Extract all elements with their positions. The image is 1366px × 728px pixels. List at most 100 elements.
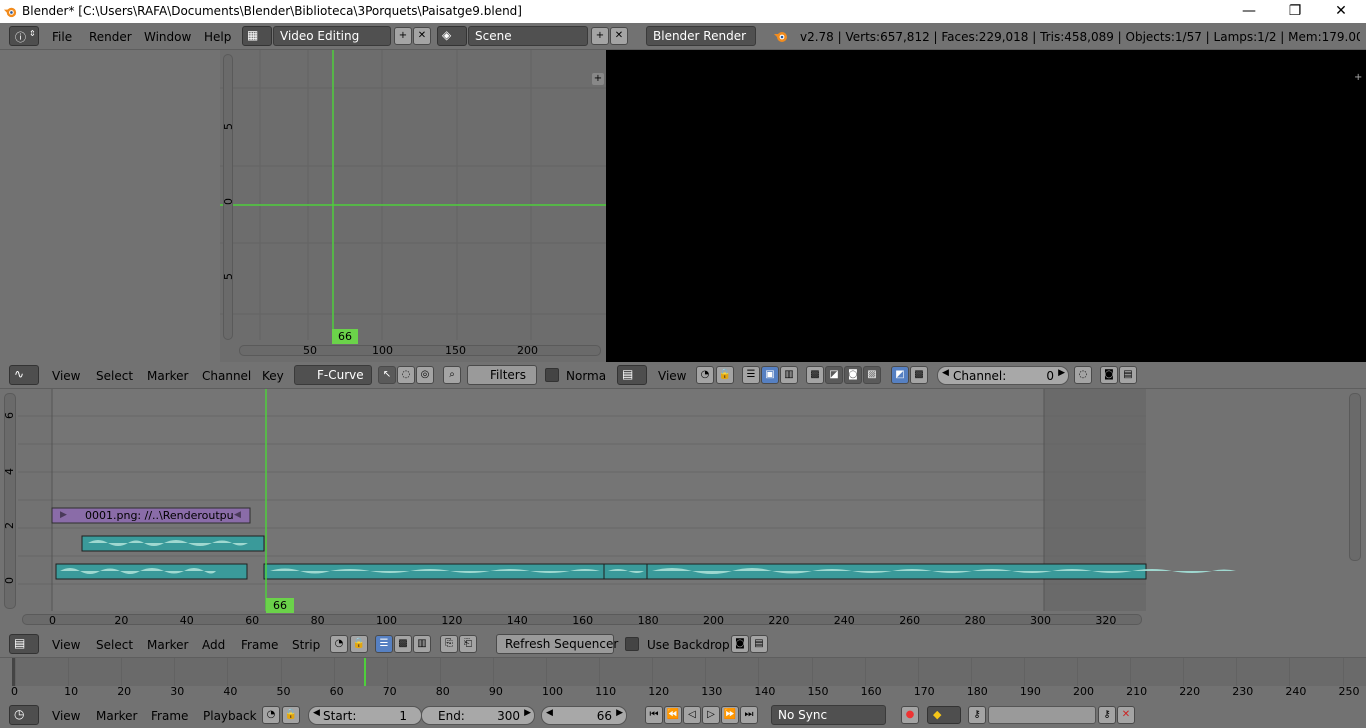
keying-mode-dropdown[interactable]: ◆	[927, 706, 961, 724]
sequencer-view-icon[interactable]: ☰	[375, 635, 393, 653]
remove-screen-icon[interactable]: ✕	[413, 27, 431, 45]
sync-dropdown[interactable]: No Sync	[771, 705, 886, 725]
seq-menu-marker[interactable]: Marker	[147, 638, 188, 652]
graph-menu-select[interactable]: Select	[96, 369, 133, 383]
use-backdrop-checkbox[interactable]	[625, 637, 639, 651]
ghost-icon[interactable]: ◌	[397, 366, 415, 384]
minimize-button[interactable]: —	[1226, 0, 1272, 23]
graph-menu-marker[interactable]: Marker	[147, 369, 188, 383]
display-mode-icon[interactable]: ◪	[825, 366, 843, 384]
timeline-track[interactable]	[12, 658, 1366, 686]
graph-mode-dropdown[interactable]: F-Curve	[294, 365, 372, 385]
lock-icon[interactable]: 🔒	[350, 635, 368, 653]
sequencer-preview[interactable]: +	[606, 50, 1366, 362]
search-icon[interactable]: ⌕	[443, 366, 461, 384]
display-mode-icon[interactable]: ◙	[844, 366, 862, 384]
graph-menu-key[interactable]: Key	[262, 369, 284, 383]
tl-menu-view[interactable]: View	[52, 709, 80, 723]
scene-browse-button[interactable]: ◈	[437, 26, 467, 46]
seq-menu-strip[interactable]: Strip	[292, 638, 320, 652]
paste-icon[interactable]: ⎗	[459, 635, 477, 653]
add-scene-icon[interactable]: +	[591, 27, 609, 45]
overlay-icon[interactable]: ▩	[910, 366, 928, 384]
clapboard-icon[interactable]: ▤	[750, 635, 768, 653]
only-selected-icon[interactable]: ↖	[378, 366, 396, 384]
preview-view-icon[interactable]: ▩	[394, 635, 412, 653]
image-strip-label[interactable]: 0001.png: //..\Renderoutpu	[85, 509, 234, 522]
preview-view-icon[interactable]: ▣	[761, 366, 779, 384]
sequencer-right-scrollbar[interactable]	[1349, 393, 1361, 561]
clock-icon[interactable]: ◔	[262, 706, 280, 724]
filters-button[interactable]: Filters	[467, 365, 537, 385]
strip-right-handle-icon[interactable]: ◀	[234, 510, 241, 520]
maximize-button[interactable]: ❐	[1272, 0, 1318, 23]
end-frame-field[interactable]: End: 300 ▶	[421, 706, 535, 725]
jump-keyframe-back-icon[interactable]: ⏪	[664, 706, 682, 724]
strip-left-handle-icon[interactable]: ▶	[60, 510, 67, 520]
graph-vertical-scrollbar[interactable]	[223, 54, 233, 340]
sequencer-area[interactable]: ▶ 0001.png: //..\Renderoutpu ◀ 6 4 2 0 6…	[0, 389, 1366, 629]
scene-field[interactable]: Scene	[468, 26, 588, 46]
render-engine-dropdown[interactable]: Blender Render	[646, 26, 756, 46]
start-frame-field[interactable]: ◀ Start: 1	[308, 706, 422, 725]
remove-scene-icon[interactable]: ✕	[610, 27, 628, 45]
keying-set-icon[interactable]: ⚷	[968, 706, 986, 724]
graph-properties-toggle-icon[interactable]: +	[592, 73, 604, 85]
keying-set-field[interactable]	[988, 706, 1096, 724]
preview-properties-toggle-icon[interactable]: +	[1354, 72, 1362, 83]
editor-type-graph-button[interactable]: ∿	[9, 365, 39, 385]
camera-icon[interactable]: ◙	[731, 635, 749, 653]
lock-icon[interactable]: 🔒	[716, 366, 734, 384]
tl-menu-marker[interactable]: Marker	[96, 709, 137, 723]
tl-menu-frame[interactable]: Frame	[151, 709, 188, 723]
timeline-playhead[interactable]	[364, 658, 366, 686]
add-screen-icon[interactable]: +	[394, 27, 412, 45]
normalize-checkbox[interactable]	[545, 368, 559, 382]
sequencer-preview-icon[interactable]: ▥	[413, 635, 431, 653]
editor-type-info-button[interactable]: ⓘ ⇕	[9, 26, 39, 46]
display-mode-icon[interactable]: ▨	[863, 366, 881, 384]
seq-menu-add[interactable]: Add	[202, 638, 225, 652]
menu-window[interactable]: Window	[144, 30, 191, 44]
play-reverse-icon[interactable]: ◁	[683, 706, 701, 724]
safe-areas-icon[interactable]: ◩	[891, 366, 909, 384]
refresh-sequencer-button[interactable]: Refresh Sequencer	[496, 634, 618, 654]
record-icon[interactable]: ●	[901, 706, 919, 724]
clock-icon[interactable]: ◔	[696, 366, 714, 384]
graph-menu-channel[interactable]: Channel	[202, 369, 251, 383]
target-icon[interactable]: ◎	[416, 366, 434, 384]
jump-end-icon[interactable]: ⏭	[740, 706, 758, 724]
channel-field[interactable]: ◀ Channel: 0 ▶	[937, 366, 1069, 385]
insert-keyframe-icon[interactable]: ⚷	[1098, 706, 1116, 724]
sequencer-preview-icon[interactable]: ▥	[780, 366, 798, 384]
screen-layout-browse-button[interactable]: ▦	[242, 26, 272, 46]
camera-icon[interactable]: ◙	[1100, 366, 1118, 384]
menu-help[interactable]: Help	[204, 30, 231, 44]
copy-icon[interactable]: ⎘	[440, 635, 458, 653]
seq-menu-select[interactable]: Select	[96, 638, 133, 652]
jump-keyframe-forward-icon[interactable]: ⏩	[721, 706, 739, 724]
menu-render[interactable]: Render	[89, 30, 132, 44]
ghost-icon[interactable]: ◌	[1074, 366, 1092, 384]
sequencer-view-icon[interactable]: ☰	[742, 366, 760, 384]
editor-type-sequencer-button[interactable]: ▤	[9, 634, 39, 654]
clock-icon[interactable]: ◔	[330, 635, 348, 653]
menu-file[interactable]: File	[52, 30, 72, 44]
editor-type-timeline-button[interactable]: ◷	[9, 705, 39, 725]
timeline-area[interactable]: 0 10 20 30 40 50 60 70 80 90 100 110 120 130 140 150 160…	[0, 658, 1366, 702]
editor-type-sequencer-button[interactable]: ▤	[617, 365, 647, 385]
screen-layout-field[interactable]: Video Editing	[273, 26, 391, 46]
current-frame-field[interactable]: ◀ 66 ▶	[541, 706, 627, 725]
graph-editor-area[interactable]: 5 0 5 66 50 100 150 200 +	[220, 50, 606, 362]
graph-menu-view[interactable]: View	[52, 369, 80, 383]
preview-menu-view[interactable]: View	[658, 369, 686, 383]
seq-menu-frame[interactable]: Frame	[241, 638, 278, 652]
clapboard-icon[interactable]: ▤	[1119, 366, 1137, 384]
graph-horizontal-scrollbar[interactable]	[239, 345, 601, 356]
tl-menu-playback[interactable]: Playback	[203, 709, 257, 723]
lock-icon[interactable]: 🔒	[282, 706, 300, 724]
delete-keyframe-icon[interactable]: ✕	[1117, 706, 1135, 724]
checker-icon[interactable]: ▩	[806, 366, 824, 384]
jump-start-icon[interactable]: ⏮	[645, 706, 663, 724]
seq-menu-view[interactable]: View	[52, 638, 80, 652]
